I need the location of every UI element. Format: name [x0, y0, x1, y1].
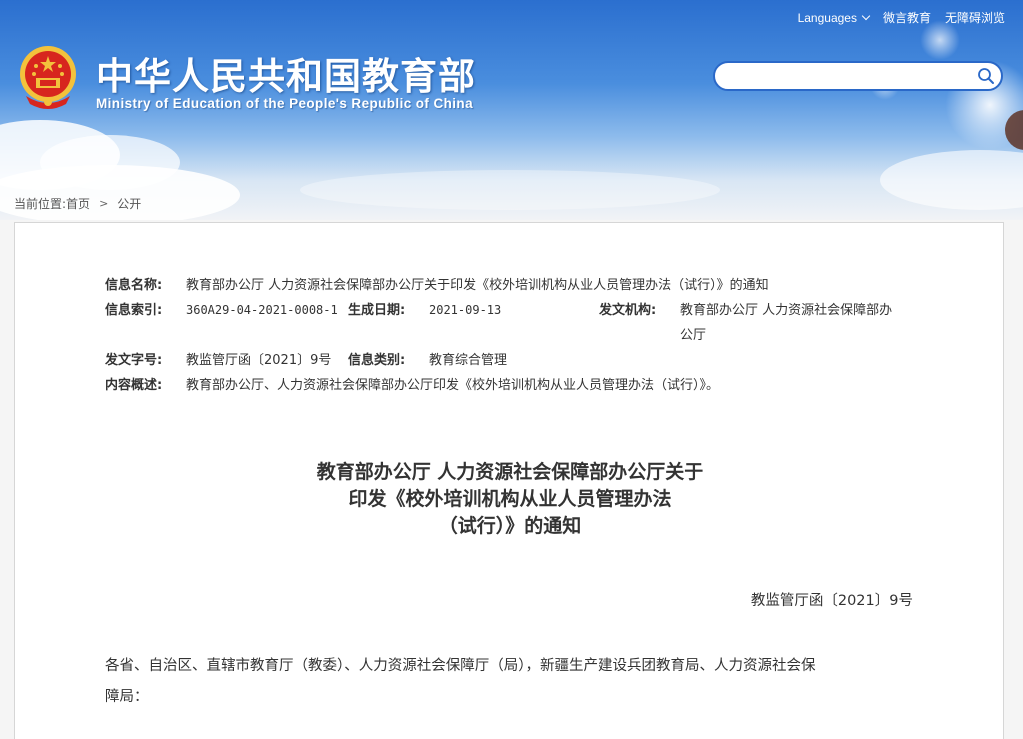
search-icon: [978, 68, 994, 84]
document-title-line: 印发《校外培训机构从业人员管理办法: [348, 488, 672, 510]
body-paragraph-line: 障局：: [105, 689, 149, 705]
category-label: 信息类别:: [348, 353, 406, 368]
national-emblem-icon[interactable]: [16, 44, 80, 112]
breadcrumb: 当前位置: 首页 > 公开: [14, 195, 141, 212]
chevron-down-icon: [861, 11, 871, 20]
info-name-value: 教育部办公厅 人力资源社会保障部办公厅关于印发《校外培训机构从业人员管理办法（试…: [186, 278, 769, 293]
meta-row-docnumber: 发文字号: 教监管厅函〔2021〕9号 信息类别: 教育综合管理: [105, 351, 925, 376]
accessibility-link[interactable]: 无障碍浏览: [945, 9, 1005, 26]
breadcrumb-separator-icon: >: [99, 197, 109, 210]
issuer-value-line1: 教育部办公厅 人力资源社会保障部办: [680, 303, 893, 318]
document-body: 各省、自治区、直辖市教育厅（教委）、人力资源社会保障厅（局），新疆生产建设兵团教…: [105, 651, 925, 713]
doc-number-label: 发文字号:: [105, 353, 163, 368]
issuer-value-line2: 公厅: [680, 328, 707, 343]
breadcrumb-prefix: 当前位置:: [14, 197, 67, 211]
cloud-decoration: [300, 170, 720, 210]
document-title: 教育部办公厅 人力资源社会保障部办公厅关于 印发《校外培训机构从业人员管理办法 …: [15, 459, 1005, 540]
date-value: 2021-09-13: [429, 303, 502, 317]
category-value: 教育综合管理: [429, 353, 508, 368]
summary-value: 教育部办公厅、人力资源社会保障部办公厅印发《校外培训机构从业人员管理办法（试行）…: [186, 378, 720, 393]
body-paragraph-line: 各省、自治区、直辖市教育厅（教委）、人力资源社会保障厅（局），新疆生产建设兵团教…: [105, 658, 816, 674]
weiyan-link[interactable]: 微言教育: [883, 9, 931, 26]
search-box: [713, 61, 1003, 91]
date-label: 生成日期:: [348, 303, 406, 318]
breadcrumb-current-link[interactable]: 公开: [117, 195, 141, 212]
meta-row-summary: 内容概述: 教育部办公厅、人力资源社会保障部办公厅印发《校外培训机构从业人员管理…: [105, 376, 925, 401]
breadcrumb-home-link[interactable]: 首页: [66, 195, 90, 212]
summary-label: 内容概述:: [105, 378, 163, 393]
meta-row-issuer-cont: 公厅: [105, 326, 925, 351]
doc-number-value: 教监管厅函〔2021〕9号: [186, 353, 332, 368]
meta-row-index: 信息索引: 360A29-04-2021-0008-1 生成日期: 2021-0…: [105, 301, 925, 326]
issuer-label: 发文机构:: [599, 303, 657, 318]
cloud-decoration: [880, 150, 1023, 210]
languages-dropdown[interactable]: Languages: [797, 10, 871, 25]
top-links: Languages 微言教育 无障碍浏览: [798, 9, 1005, 26]
meta-row-name: 信息名称: 教育部办公厅 人力资源社会保障部办公厅关于印发《校外培训机构从业人员…: [105, 276, 925, 301]
dandelion-decoration: [920, 20, 960, 60]
info-index-value: 360A29-04-2021-0008-1: [186, 303, 338, 317]
site-subtitle: Ministry of Education of the People's Re…: [96, 96, 473, 111]
search-input[interactable]: [715, 63, 971, 89]
document-number: 教监管厅函〔2021〕9号: [750, 593, 913, 609]
info-name-label: 信息名称:: [105, 278, 163, 293]
search-button[interactable]: [971, 63, 1001, 89]
site-title[interactable]: 中华人民共和国教育部: [96, 46, 476, 100]
languages-label: Languages: [797, 10, 857, 25]
document-title-line: 教育部办公厅 人力资源社会保障部办公厅关于: [316, 461, 704, 483]
document-title-line: （试行）》的通知: [438, 515, 582, 537]
content-panel: 信息名称: 教育部办公厅 人力资源社会保障部办公厅关于印发《校外培训机构从业人员…: [14, 222, 1004, 739]
metadata-table: 信息名称: 教育部办公厅 人力资源社会保障部办公厅关于印发《校外培训机构从业人员…: [105, 276, 925, 401]
info-index-label: 信息索引:: [105, 303, 163, 318]
